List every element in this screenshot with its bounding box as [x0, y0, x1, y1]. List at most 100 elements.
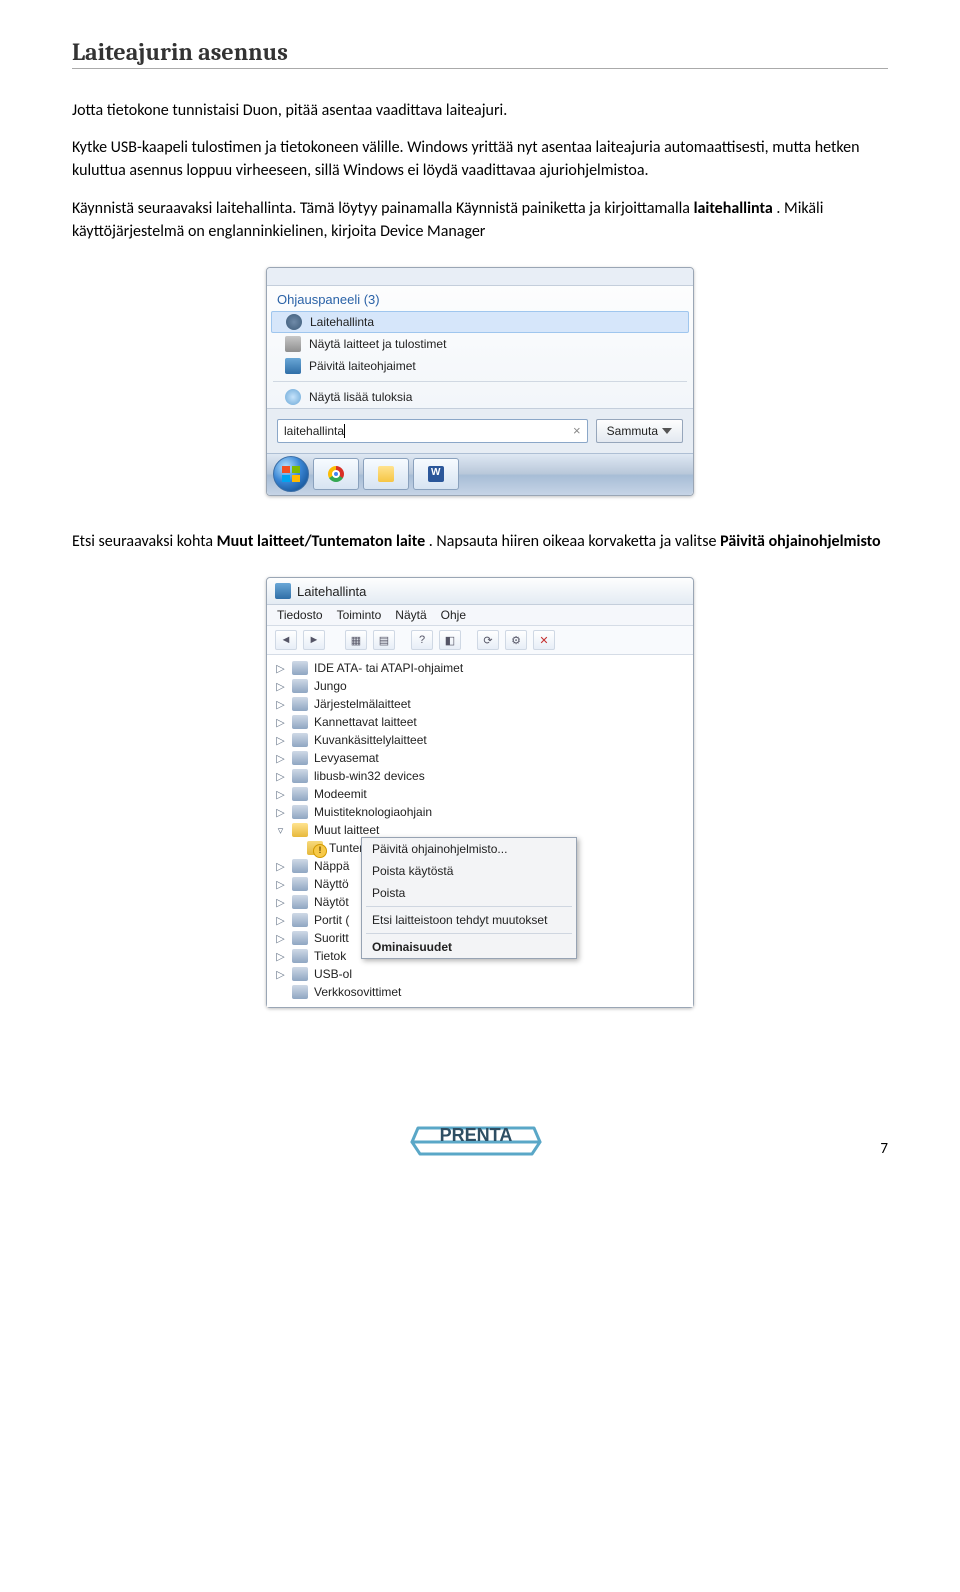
other-devices-icon [292, 823, 308, 837]
paragraph-4a: Etsi seuraavaksi kohta [72, 532, 217, 551]
paragraph-4: Etsi seuraavaksi kohta Muut laitteet/Tun… [72, 530, 888, 553]
tree-label: Modeemit [314, 787, 367, 801]
toolbar-remove[interactable]: ✕ [533, 630, 555, 650]
toolbar: ◄ ► ▦ ▤ ? ◧ ⟳ ⚙ ✕ [267, 626, 693, 655]
start-menu-item-devices[interactable]: Näytä laitteet ja tulostimet [267, 333, 693, 355]
start-menu-panel: Ohjauspaneeli (3) Laitehallinta Näytä la… [266, 267, 694, 496]
taskbar-chrome[interactable] [313, 458, 359, 490]
start-menu-more-results[interactable]: Näytä lisää tuloksia [267, 386, 693, 408]
page-heading: Laiteajurin asennus [72, 38, 888, 69]
tree-item[interactable]: ▷Levyasemat [273, 749, 687, 767]
shutdown-label: Sammuta [607, 424, 658, 438]
device-icon [292, 895, 308, 909]
menu-help[interactable]: Ohje [441, 608, 466, 622]
device-icon [292, 769, 308, 783]
device-icon [292, 805, 308, 819]
tree-label: Muut laitteet [314, 823, 379, 837]
context-menu-properties[interactable]: Ominaisuudet [362, 936, 576, 958]
menu-action[interactable]: Toiminto [337, 608, 382, 622]
start-button[interactable] [273, 456, 309, 492]
tree-item[interactable]: Verkkosovittimet [273, 983, 687, 1001]
search-value: laitehallinta [284, 424, 345, 438]
device-icon [292, 715, 308, 729]
taskbar [267, 453, 693, 495]
paragraph-3: Käynnistä seuraavaksi laitehallinta. Täm… [72, 197, 888, 243]
toolbar-scan[interactable]: ⟳ [477, 630, 499, 650]
paragraph-4-bold1: Muut laitteet/Tuntematon laite [217, 532, 425, 551]
tree-label: Jungo [314, 679, 347, 693]
device-manager-titlebar: Laitehallinta [267, 578, 693, 605]
shutdown-button[interactable]: Sammuta [596, 419, 683, 443]
toolbar-button[interactable]: ▤ [373, 630, 395, 650]
menu-bar: Tiedosto Toiminto Näytä Ohje [267, 605, 693, 626]
back-button[interactable]: ◄ [275, 630, 297, 650]
tree-item[interactable]: ▷Modeemit [273, 785, 687, 803]
chevron-down-icon [662, 428, 672, 434]
tree-item[interactable]: ▷Muistiteknologiaohjain [273, 803, 687, 821]
start-menu-more-label: Näytä lisää tuloksia [309, 390, 412, 404]
device-icon [292, 733, 308, 747]
start-menu-search-row: laitehallinta × Sammuta [267, 408, 693, 453]
tree-item[interactable]: ▷libusb-win32 devices [273, 767, 687, 785]
tree-label: Tietok [314, 949, 346, 963]
tree-label: Levyasemat [314, 751, 379, 765]
tree-label: Näppä [314, 859, 349, 873]
tree-item[interactable]: ▷Jungo [273, 677, 687, 695]
taskbar-explorer[interactable] [363, 458, 409, 490]
context-menu-scan[interactable]: Etsi laitteistoon tehdyt muutokset [362, 909, 576, 931]
separator [366, 933, 572, 934]
windows-logo-icon [281, 465, 301, 483]
tree-label: Kuvankäsittelylaitteet [314, 733, 427, 747]
forward-button[interactable]: ► [303, 630, 325, 650]
tree-item[interactable]: ▷Järjestelmälaitteet [273, 695, 687, 713]
prenta-logo: PRENTA [410, 1098, 542, 1158]
start-menu-item-label: Laitehallinta [310, 315, 374, 329]
tree-item[interactable]: ▷Kuvankäsittelylaitteet [273, 731, 687, 749]
clear-icon[interactable]: × [573, 424, 581, 437]
device-manager-icon [275, 583, 291, 599]
start-menu-item-laitehallinta[interactable]: Laitehallinta [271, 311, 689, 333]
tree-label: Järjestelmälaitteet [314, 697, 411, 711]
start-menu-section-title: Ohjauspaneeli (3) [267, 286, 693, 311]
paragraph-2: Kytke USB-kaapeli tulostimen ja tietokon… [72, 136, 888, 182]
tree-label: Näytöt [314, 895, 349, 909]
device-icon [292, 967, 308, 981]
device-manager-screenshot: Laitehallinta Tiedosto Toiminto Näytä Oh… [72, 577, 888, 1008]
paragraph-4-bold2: Päivitä ohjainohjelmisto [720, 532, 881, 551]
tree-label: Näyttö [314, 877, 349, 891]
context-menu: Päivitä ohjainohjelmisto... Poista käytö… [361, 837, 577, 959]
context-menu-remove[interactable]: Poista [362, 882, 576, 904]
start-menu-item-drivers[interactable]: Päivitä laiteohjaimet [267, 355, 693, 377]
folder-icon [378, 466, 394, 482]
warning-icon [307, 841, 323, 855]
tree-item[interactable]: ▷IDE ATA- tai ATAPI-ohjaimet [273, 659, 687, 677]
tree-label: libusb-win32 devices [314, 769, 425, 783]
toolbar-button[interactable]: ◧ [439, 630, 461, 650]
toolbar-button[interactable]: ? [411, 630, 433, 650]
device-icon [292, 913, 308, 927]
start-menu-search-input[interactable]: laitehallinta × [277, 419, 588, 443]
tree-item[interactable]: ▷USB-ol [273, 965, 687, 983]
device-icon [292, 787, 308, 801]
device-icon [292, 751, 308, 765]
paragraph-1: Jotta tietokone tunnistaisi Duon, pitää … [72, 99, 888, 122]
device-icon [292, 877, 308, 891]
separator [366, 906, 572, 907]
toolbar-button[interactable]: ⚙ [505, 630, 527, 650]
menu-file[interactable]: Tiedosto [277, 608, 323, 622]
context-menu-update-driver[interactable]: Päivitä ohjainohjelmisto... [362, 838, 576, 860]
page-number: 7 [880, 1140, 888, 1158]
toolbar-button[interactable]: ▦ [345, 630, 367, 650]
menu-view[interactable]: Näytä [395, 608, 426, 622]
taskbar-word[interactable] [413, 458, 459, 490]
device-manager-title: Laitehallinta [297, 584, 366, 599]
monitor-icon [285, 358, 301, 374]
tree-item[interactable]: ▷Kannettavat laitteet [273, 713, 687, 731]
context-menu-disable[interactable]: Poista käytöstä [362, 860, 576, 882]
device-icon [292, 949, 308, 963]
page-footer: PRENTA 7 [72, 1098, 888, 1158]
device-manager-window: Laitehallinta Tiedosto Toiminto Näytä Oh… [266, 577, 694, 1008]
printer-icon [285, 336, 301, 352]
start-menu-screenshot: Ohjauspaneeli (3) Laitehallinta Näytä la… [72, 267, 888, 496]
word-icon [428, 466, 444, 482]
